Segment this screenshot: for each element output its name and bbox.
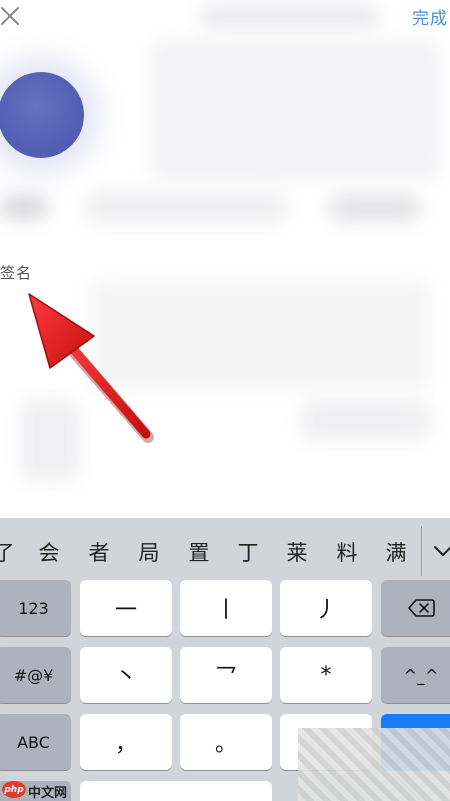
- candidate-word[interactable]: 者: [85, 537, 113, 567]
- key-period[interactable]: 。: [180, 714, 272, 770]
- key-wildcard[interactable]: *: [280, 647, 372, 703]
- key-comma[interactable]: ，: [80, 714, 172, 770]
- candidate-word[interactable]: 丁: [234, 537, 262, 567]
- key-stroke-dian[interactable]: 丶: [80, 647, 172, 703]
- php-logo: php: [2, 781, 26, 798]
- delete-key[interactable]: [381, 580, 450, 636]
- chevron-down-icon[interactable]: [432, 544, 450, 558]
- delete-icon: [408, 599, 435, 617]
- key-symbols[interactable]: #@¥: [0, 647, 71, 703]
- candidate-word[interactable]: 满: [382, 537, 410, 567]
- key-emoticon[interactable]: ^_^: [381, 647, 450, 703]
- key-stroke-heng[interactable]: 一: [80, 580, 172, 636]
- site-watermark-text: 中文网: [28, 786, 68, 801]
- candidate-word[interactable]: 置: [185, 537, 213, 567]
- candidate-bar: 了 会 者 局 置 丁 莱 料 满: [0, 518, 450, 582]
- candidate-word[interactable]: 料: [333, 537, 361, 567]
- candidate-word[interactable]: 莱: [283, 537, 311, 567]
- key-stroke-zhe[interactable]: 乛: [180, 647, 272, 703]
- key-stroke-shu[interactable]: 丨: [180, 580, 272, 636]
- candidate-word[interactable]: 会: [35, 537, 63, 567]
- key-bottom[interactable]: [80, 781, 272, 801]
- key-numbers[interactable]: 123: [0, 580, 71, 636]
- key-stroke-pie[interactable]: 丿: [280, 580, 372, 636]
- edit-profile-screen: 完成 签名: [0, 0, 450, 518]
- red-arrow-annotation: [28, 293, 154, 443]
- mosaic-watermark: [298, 728, 450, 801]
- candidate-word[interactable]: 了: [0, 537, 18, 567]
- candidate-word[interactable]: 局: [135, 537, 163, 567]
- candidate-divider: [421, 526, 422, 576]
- key-abc[interactable]: ABC: [0, 714, 71, 770]
